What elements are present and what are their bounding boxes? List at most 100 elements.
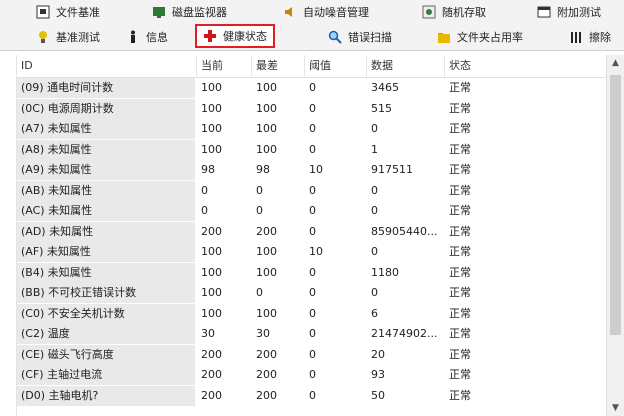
cell-current: 100 (201, 265, 222, 279)
cell-status: 正常 (449, 142, 471, 156)
cell-threshold: 0 (309, 224, 316, 238)
tab-folder-usage[interactable]: 文件夹占用率 (437, 26, 523, 48)
column-header-status[interactable]: 状态 (445, 55, 607, 77)
speaker-icon (283, 5, 297, 19)
tab-health-status[interactable]: 健康状态 (195, 24, 275, 48)
table-row[interactable]: (A7) 未知属性 100 100 0 0 正常 (17, 119, 607, 140)
cell-current: 100 (201, 81, 222, 94)
tab-extra-tests[interactable]: 附加测试 (537, 1, 601, 23)
table-row[interactable]: (09) 通电时间计数 100 100 0 3465 正常 (17, 78, 607, 99)
cell-current: 200 (201, 388, 222, 402)
table-row[interactable]: (AF) 未知属性 100 100 10 0 正常 (17, 242, 607, 263)
cell-worst: 0 (256, 286, 263, 299)
table-row[interactable]: (CE) 磁头飞行高度 200 200 0 20 正常 (17, 344, 607, 366)
tab-label: 文件基准 (56, 6, 100, 19)
erase-icon (569, 30, 583, 44)
cell-threshold: 0 (309, 327, 316, 340)
tab-noise-management[interactable]: 自动噪音管理 (283, 1, 369, 23)
tab-file-benchmark[interactable]: 文件基准 (36, 1, 100, 23)
disk-monitor-icon (152, 5, 166, 19)
cell-id: (BB) 不可校正错误计数 (17, 283, 195, 303)
cell-status: 正常 (449, 245, 471, 258)
cell-worst: 100 (256, 81, 277, 94)
cell-status: 正常 (449, 122, 471, 135)
cell-current: 200 (201, 347, 222, 361)
cell-status: 正常 (449, 81, 471, 94)
tab-label: 随机存取 (442, 6, 486, 19)
table-row[interactable]: (C2) 温度 30 30 0 21474902... 正常 (17, 324, 607, 345)
table-row[interactable]: (A8) 未知属性 100 100 0 1 正常 (17, 139, 607, 161)
vertical-scrollbar[interactable]: ▲ ▼ (606, 55, 624, 416)
tab-disk-monitor[interactable]: 磁盘监视器 (152, 1, 227, 23)
column-header-worst[interactable]: 最差 (252, 55, 305, 77)
cell-id: (09) 通电时间计数 (17, 78, 195, 98)
cell-worst: 100 (256, 306, 277, 320)
tab-label: 信息 (146, 31, 168, 44)
cell-id: (AB) 未知属性 (17, 180, 195, 201)
cell-current: 100 (201, 122, 222, 135)
tab-info[interactable]: 信息 (126, 26, 168, 48)
cell-data: 21474902... (371, 327, 438, 340)
cell-data: 0 (371, 183, 378, 197)
table-row[interactable]: (D0) 主轴电机? 200 200 0 50 正常 (17, 385, 607, 407)
tab-row-top: 文件基准 磁盘监视器 自动噪音管理 随机存取 附加测试 (0, 0, 624, 24)
benchmark-file-icon (36, 5, 50, 19)
cell-worst: 30 (256, 327, 270, 340)
cell-data: 1 (371, 142, 378, 156)
tab-label: 自动噪音管理 (303, 6, 369, 19)
table-body: (09) 通电时间计数 100 100 0 3465 正常 (0C) 电源周期计数 100 10… (17, 78, 607, 406)
column-header-current[interactable]: 当前 (197, 55, 252, 77)
scroll-up-arrow-icon[interactable]: ▲ (607, 55, 624, 71)
tab-random-access[interactable]: 随机存取 (422, 1, 486, 23)
table-row[interactable]: (B4) 未知属性 100 100 0 1180 正常 (17, 262, 607, 284)
column-header-threshold[interactable]: 阈值 (305, 55, 367, 77)
cell-data: 6 (371, 306, 378, 320)
cell-data: 50 (371, 388, 385, 402)
table-row[interactable]: (A9) 未知属性 98 98 10 917511 正常 (17, 160, 607, 181)
cell-status: 正常 (449, 265, 471, 279)
table-row[interactable]: (AC) 未知属性 0 0 0 0 正常 (17, 201, 607, 222)
extra-tests-icon (537, 5, 551, 19)
scroll-down-arrow-icon[interactable]: ▼ (607, 400, 624, 416)
table-row[interactable]: (BB) 不可校正错误计数 100 0 0 0 正常 (17, 283, 607, 304)
folder-icon (437, 30, 451, 44)
table-row[interactable]: (CF) 主轴过电流 200 200 0 93 正常 (17, 365, 607, 386)
info-icon (126, 30, 140, 44)
cell-status: 正常 (449, 286, 471, 299)
cell-threshold: 0 (309, 122, 316, 135)
table-row[interactable]: (AB) 未知属性 0 0 0 0 正常 (17, 180, 607, 202)
cell-worst: 100 (256, 265, 277, 279)
table-row[interactable]: (AD) 未知属性 200 200 0 85905440... 正常 (17, 221, 607, 243)
cell-worst: 200 (256, 388, 277, 402)
cell-status: 正常 (449, 306, 471, 320)
tab-label: 磁盘监视器 (172, 6, 227, 19)
cell-current: 100 (201, 286, 222, 299)
table-row[interactable]: (0C) 电源周期计数 100 100 0 515 正常 (17, 98, 607, 120)
cell-id: (CF) 主轴过电流 (17, 365, 195, 385)
cell-id: (AC) 未知属性 (17, 201, 195, 221)
column-header-id[interactable]: ID (17, 55, 197, 77)
cell-status: 正常 (449, 347, 471, 361)
cell-data: 0 (371, 204, 378, 217)
table-header: ID 当前 最差 阈值 数据 状态 (17, 55, 607, 78)
column-header-data[interactable]: 数据 (367, 55, 445, 77)
magnifier-icon (328, 30, 342, 44)
scrollbar-thumb[interactable] (610, 75, 621, 335)
tab-erase[interactable]: 擦除 (569, 26, 611, 48)
cell-id: (D0) 主轴电机? (17, 385, 195, 406)
cell-status: 正常 (449, 327, 471, 340)
cell-id: (C0) 不安全关机计数 (17, 303, 195, 324)
cell-worst: 98 (256, 163, 270, 176)
smart-attributes-table: ID 当前 最差 阈值 数据 状态 (09) 通电时间计数 100 100 0 3465… (16, 55, 607, 416)
tab-error-scan[interactable]: 错误扫描 (328, 26, 392, 48)
cell-data: 20 (371, 347, 385, 361)
cell-id: (0C) 电源周期计数 (17, 98, 195, 119)
cell-worst: 0 (256, 183, 263, 197)
cell-id: (A9) 未知属性 (17, 160, 195, 180)
cell-current: 100 (201, 306, 222, 320)
cell-threshold: 0 (309, 347, 316, 361)
tab-benchmark[interactable]: 基准测试 (36, 26, 100, 48)
cell-threshold: 0 (309, 368, 316, 381)
cell-id: (B4) 未知属性 (17, 262, 195, 283)
table-row[interactable]: (C0) 不安全关机计数 100 100 0 6 正常 (17, 303, 607, 325)
